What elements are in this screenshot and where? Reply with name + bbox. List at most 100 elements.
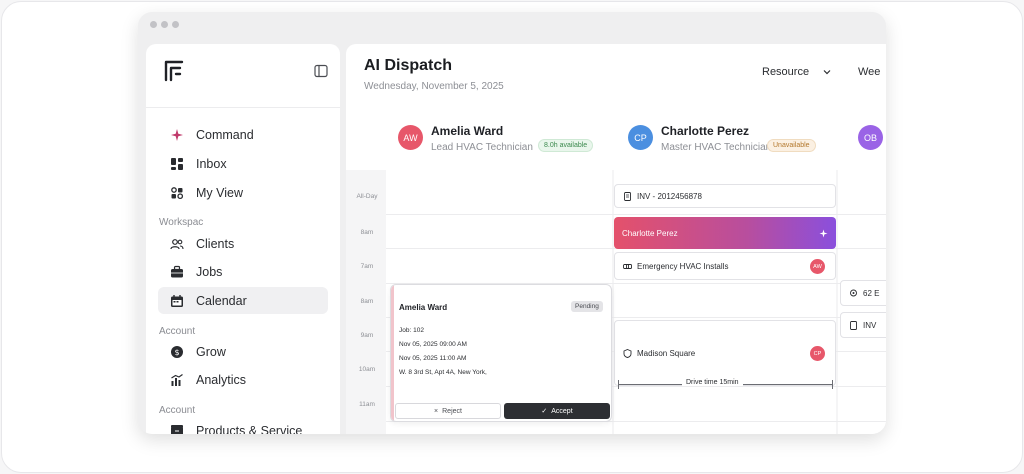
sidebar-item-products[interactable]: Products & Service: [158, 417, 328, 434]
avatar: OB: [858, 125, 883, 150]
avatar: CP: [810, 346, 825, 361]
card-end-time: Nov 05, 2025 11:00 AM: [399, 355, 467, 362]
document-icon: [624, 191, 631, 201]
event-title: INV - 2012456878: [637, 191, 702, 201]
sidebar-item-label: Jobs: [196, 264, 223, 279]
event-title: INV: [863, 320, 877, 330]
event-charlotte[interactable]: Charlotte Perez: [614, 217, 836, 249]
reject-button[interactable]: × Reject: [395, 403, 501, 419]
technician-name: Charlotte Perez: [661, 124, 750, 138]
card-accent: [391, 285, 394, 421]
sidebar-item-label: Grow: [196, 344, 226, 359]
technician-header[interactable]: AW Amelia Ward Lead HVAC Technician: [398, 124, 533, 153]
technician-role: Master HVAC Technician: [661, 142, 772, 153]
sidebar-item-label: Analytics: [196, 372, 247, 387]
sidebar-item-inbox[interactable]: Inbox: [158, 150, 328, 177]
card-job-number: Job: 102: [399, 327, 424, 334]
technician-header[interactable]: CP Charlotte Perez Master HVAC Technicia…: [628, 124, 771, 153]
sidebar-item-label: Inbox: [196, 156, 227, 171]
time-label: 9am: [360, 332, 374, 339]
inbox-icon: [171, 157, 183, 170]
grid-line: [386, 214, 886, 215]
section-label-workspace: Workspac: [159, 217, 204, 228]
logo-icon: [164, 60, 184, 82]
shield-icon: [623, 348, 632, 358]
app-window: Command Inbox My View Workspac Clients J…: [138, 12, 886, 434]
time-label: 10am: [358, 366, 376, 373]
sidebar-item-command[interactable]: Command: [158, 121, 328, 148]
window-dot-icon[interactable]: [172, 21, 179, 28]
week-dropdown[interactable]: Wee: [858, 66, 880, 78]
main-panel: AI Dispatch Wednesday, November 5, 2025 …: [346, 44, 886, 434]
drive-time-indicator: Drive time 15min: [614, 378, 836, 390]
technician-role: Lead HVAC Technician: [431, 142, 533, 153]
status-badge: Pending: [571, 301, 603, 312]
sidebar-item-my-view[interactable]: My View: [158, 179, 328, 206]
sidebar-item-label: Products & Service: [196, 423, 303, 435]
sparkle-icon: [819, 229, 828, 237]
box-icon: [171, 424, 183, 434]
section-label-account: Account: [159, 326, 196, 337]
page-title: AI Dispatch: [364, 57, 453, 74]
event-emergency[interactable]: Emergency HVAC Installs AW: [614, 252, 836, 280]
document-icon: [850, 320, 857, 330]
accept-button[interactable]: ✓ Accept: [504, 403, 610, 419]
drive-time-label: Drive time 15min: [682, 379, 743, 386]
dollar-icon: $: [171, 345, 183, 358]
avatar: AW: [398, 125, 423, 150]
accept-label: Accept: [551, 407, 573, 415]
sidebar-item-calendar[interactable]: Calendar: [158, 287, 328, 314]
event-invoice[interactable]: INV - 2012456878: [614, 184, 836, 208]
event-title: Madison Square: [637, 348, 696, 358]
page-date: Wednesday, November 5, 2025: [364, 81, 504, 92]
time-label: 11am: [359, 401, 375, 408]
event-title: Charlotte Perez: [622, 228, 678, 238]
card-address: W. 8 3rd St, Apt 4A, New York,: [399, 369, 487, 376]
briefcase-icon: [171, 265, 183, 277]
check-icon: ✓: [541, 408, 548, 415]
event-title: 62 E: [863, 288, 880, 298]
window-dot-icon[interactable]: [150, 21, 157, 28]
sidebar-item-label: Command: [196, 127, 254, 142]
close-icon: ×: [434, 407, 439, 415]
sidebar: Command Inbox My View Workspac Clients J…: [146, 44, 340, 434]
calendar-icon: [171, 294, 183, 307]
section-label-account: Account: [159, 405, 196, 416]
availability-badge: Unavailable: [767, 139, 816, 152]
users-icon: [170, 238, 184, 249]
technician-name: Amelia Ward: [431, 124, 504, 138]
sidebar-toggle-icon[interactable]: [314, 64, 328, 78]
sidebar-item-jobs[interactable]: Jobs: [158, 258, 328, 285]
technician-header[interactable]: OB: [858, 124, 883, 150]
time-label: 8am: [360, 298, 374, 305]
sidebar-item-clients[interactable]: Clients: [158, 230, 328, 257]
time-label: All-Day: [356, 193, 378, 200]
event-partial[interactable]: INV: [840, 312, 886, 338]
sidebar-item-grow[interactable]: $ Grow: [158, 338, 328, 365]
chart-icon: [171, 373, 183, 386]
resource-dropdown[interactable]: Resource: [762, 66, 831, 78]
calendar-column[interactable]: [614, 170, 836, 434]
sidebar-divider: [146, 107, 340, 108]
location-icon: [850, 289, 857, 296]
event-title: Emergency HVAC Installs: [637, 261, 729, 271]
availability-badge: 8.0h available: [538, 139, 594, 152]
job-request-card[interactable]: Amelia Ward Pending Job: 102 Nov 05, 202…: [390, 284, 612, 422]
event-partial[interactable]: 62 E: [840, 280, 886, 306]
resource-dropdown-label: Resource: [762, 66, 810, 78]
window-controls: [150, 21, 179, 28]
time-label: 7am: [360, 263, 374, 270]
sidebar-item-label: My View: [196, 185, 244, 200]
grid-icon: [171, 186, 184, 199]
sidebar-item-analytics[interactable]: Analytics: [158, 366, 328, 393]
calendar-grid: All-Day 8am 7am 8am 9am 10am 11am 12pm I…: [346, 170, 886, 434]
reject-label: Reject: [442, 407, 462, 415]
window-dot-icon[interactable]: [161, 21, 168, 28]
time-label: 8am: [360, 229, 374, 236]
sidebar-item-label: Clients: [196, 236, 235, 251]
avatar: AW: [810, 259, 825, 274]
sparkle-icon: [171, 128, 183, 141]
event-madison-square[interactable]: Madison Square CP: [614, 320, 836, 386]
card-technician-name: Amelia Ward: [399, 303, 448, 312]
svg-text:$: $: [174, 348, 179, 357]
